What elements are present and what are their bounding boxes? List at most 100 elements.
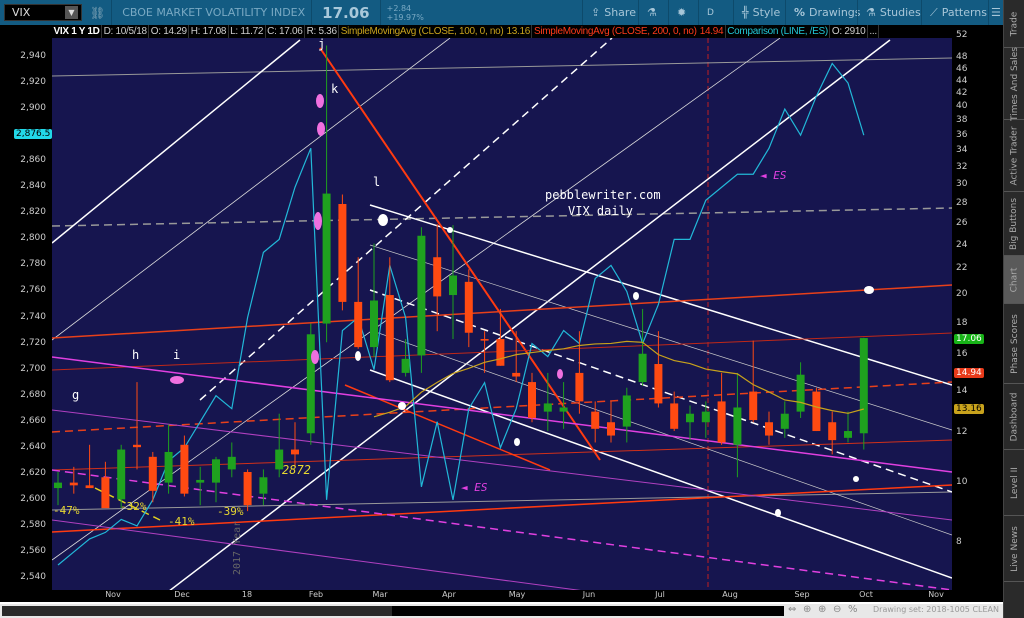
- candle-body: [607, 422, 615, 436]
- sidebar-tab-phase-scores[interactable]: Phase Scores: [1004, 304, 1024, 384]
- time-axis-tick: Apr: [442, 590, 456, 599]
- white-marker: [398, 402, 406, 410]
- time-axis-tick: Jun: [582, 590, 596, 599]
- pink-marker: [557, 369, 563, 379]
- chart-svg: g h i j k l pebblewriter.com VIX daily ◄…: [52, 37, 952, 590]
- label-j: j: [318, 37, 325, 51]
- info-date: D: 10/5/18: [102, 25, 150, 38]
- white-marker: [355, 351, 361, 361]
- candle-body: [496, 339, 505, 366]
- candle-body: [354, 301, 363, 348]
- value-label: 2872: [282, 463, 311, 477]
- candle-body: [780, 413, 789, 429]
- time-axis-tick: Oct: [859, 590, 873, 599]
- comparison-open: O: 2910: [830, 25, 868, 38]
- sidebar-tab-times-and-sales[interactable]: Times And Sales: [1004, 47, 1024, 120]
- sma200-label: SimpleMovingAvg (CLOSE, 200, 0, no): [533, 26, 697, 37]
- es-label: ◄ ES: [760, 169, 787, 182]
- zoom-out-icon[interactable]: ⊖: [833, 604, 841, 615]
- scroll-thumb[interactable]: [392, 606, 784, 616]
- candle-body: [227, 456, 236, 470]
- candle-body: [338, 204, 347, 302]
- candle-body: [622, 395, 631, 427]
- more-studies[interactable]: ...: [868, 25, 880, 38]
- pct-label: -47%: [53, 504, 80, 517]
- candle-body: [69, 482, 78, 486]
- pct-label: -39%: [217, 505, 244, 518]
- pan-icon[interactable]: ⇔: [788, 604, 796, 615]
- sidebar-tab-active-trader[interactable]: Active Trader: [1004, 120, 1024, 192]
- candle-body: [654, 364, 663, 404]
- candle-body: [117, 449, 126, 500]
- es-label: ◄ ES: [461, 481, 488, 494]
- time-axis-tick: 18: [241, 590, 253, 599]
- candle-body: [749, 391, 758, 421]
- site-label: pebblewriter.com: [545, 188, 661, 202]
- candle-body: [433, 257, 442, 297]
- candle-body: [686, 413, 694, 423]
- white-marker: [378, 214, 388, 226]
- candle-body: [385, 295, 394, 381]
- chart-scrollbar[interactable]: ⇔ ⊕ ⊕ ⊖ % Drawing set: 2018-1005 CLEAN: [0, 602, 1003, 618]
- candle-body: [670, 403, 679, 429]
- red-steep-trendline: [319, 47, 601, 461]
- time-axis-tick: Sep: [794, 590, 810, 599]
- candle-body: [306, 334, 315, 434]
- percent-icon[interactable]: %: [848, 604, 858, 615]
- gray-horizontal-line: [52, 57, 952, 77]
- candle-body: [164, 451, 173, 483]
- sidebar-tab-live-news[interactable]: Live News: [1004, 516, 1024, 582]
- candle-body: [196, 479, 205, 483]
- candle-body: [512, 372, 521, 377]
- drawing-set-label[interactable]: Drawing set: 2018-1005 CLEAN: [873, 605, 999, 614]
- candle-body: [101, 477, 110, 509]
- candle-body: [575, 372, 584, 402]
- candle-body: [591, 411, 600, 429]
- sidebar-tab-level-ii[interactable]: Level II: [1004, 450, 1024, 516]
- candle-body: [417, 235, 426, 356]
- sidebar-tab-dashboard[interactable]: Dashboard: [1004, 384, 1024, 450]
- es-price-badge: 2,876.5: [14, 129, 53, 139]
- candle-body: [844, 431, 852, 438]
- chart-title: VIX 1 Y 1D: [52, 25, 103, 38]
- sidebar-tab-big-buttons[interactable]: Big Buttons: [1004, 192, 1024, 256]
- label-h: h: [132, 348, 139, 362]
- time-axis-tick: Feb: [308, 590, 324, 599]
- time-axis-tick: Nov: [928, 590, 944, 599]
- info-low: L: 11.72: [229, 25, 266, 38]
- candle-body: [528, 382, 536, 418]
- subtitle-label: VIX daily: [568, 204, 633, 218]
- red-trendline: [52, 284, 952, 339]
- candle-body: [148, 456, 157, 491]
- candle-body: [828, 422, 837, 441]
- crosshair-icon[interactable]: ⊕: [803, 604, 811, 615]
- white-thin-trendline: [52, 38, 781, 561]
- white-marker: [853, 476, 859, 482]
- pink-marker: [311, 350, 319, 364]
- sma100-label: SimpleMovingAvg (CLOSE, 100, 0, no): [340, 26, 504, 37]
- info-close: C: 17.06: [266, 25, 306, 38]
- candle-body: [243, 472, 252, 506]
- candle-body: [401, 358, 410, 373]
- candle-body: [180, 444, 189, 494]
- time-axis-tick: Mar: [372, 590, 388, 599]
- candle-body: [717, 401, 726, 443]
- candle-body: [291, 449, 299, 455]
- sidebar-tab-trade[interactable]: Trade: [1004, 0, 1024, 48]
- candle-body: [765, 422, 773, 436]
- sidebar-tab-chart[interactable]: Chart: [1004, 256, 1024, 304]
- white-marker: [514, 438, 520, 446]
- white-marker: [775, 509, 781, 517]
- info-range: R: 5.36: [305, 25, 340, 38]
- zoom-in-icon[interactable]: ⊕: [818, 604, 826, 615]
- candle-body: [543, 403, 552, 412]
- pink-marker: [170, 376, 184, 384]
- candle-body: [480, 339, 489, 341]
- sma100-badge: 13.16: [954, 404, 984, 414]
- label-g: g: [72, 388, 79, 402]
- candle-body: [54, 482, 62, 489]
- candle-body: [559, 407, 568, 412]
- candle-body: [733, 407, 742, 445]
- candle-body: [796, 374, 805, 412]
- scroll-track[interactable]: [2, 606, 392, 616]
